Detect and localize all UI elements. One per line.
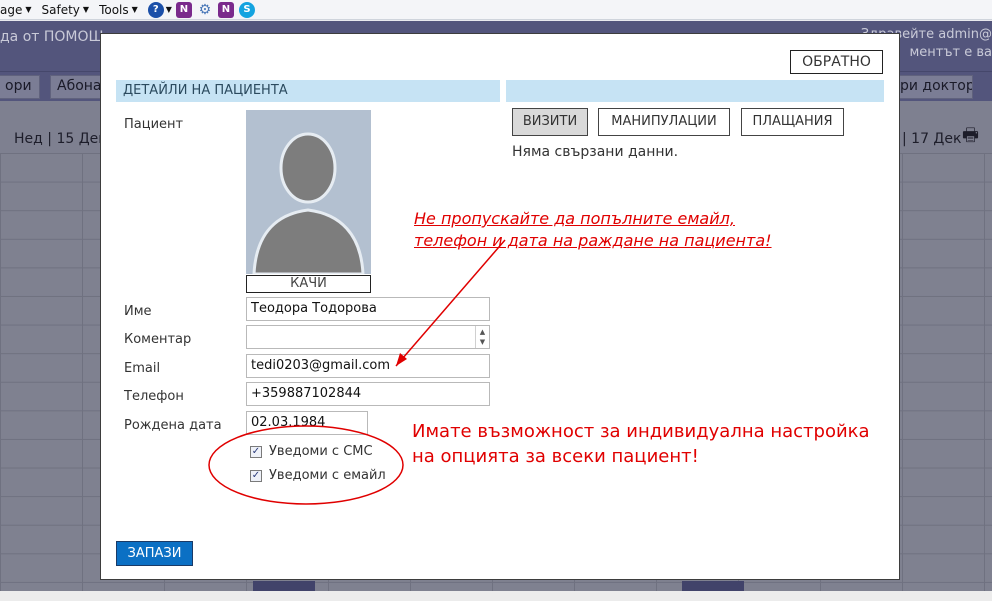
tools-menu[interactable]: Tools ▼ xyxy=(99,3,138,17)
patient-photo-placeholder xyxy=(246,110,371,274)
annotation-fill-required-line1: Не пропускайте да попълните емайл, xyxy=(414,209,735,228)
avatar-silhouette-icon xyxy=(246,110,371,274)
chevron-down-icon: ▼ xyxy=(82,5,90,14)
annotation-fill-required-line2: телефон и дата на раждане на пациента! xyxy=(414,231,772,250)
email-label: Email xyxy=(124,361,161,376)
browser-command-bar: age ▼ Safety ▼ Tools ▼ ? ▼ N ⚙ N S xyxy=(0,0,992,20)
status-strip xyxy=(0,591,992,601)
print-icon[interactable]: 🖶 xyxy=(962,123,979,153)
email-field[interactable]: tedi0203@gmail.com xyxy=(246,354,490,378)
safety-menu[interactable]: Safety ▼ xyxy=(42,3,90,17)
tools-menu-label: Tools xyxy=(99,2,129,17)
patient-details-dialog: ОБРАТНО ДЕТАЙЛИ НА ПАЦИЕНТА Пациент КАЧИ… xyxy=(100,33,900,580)
onenote-linked-icon[interactable]: N xyxy=(217,1,234,18)
birthdate-label: Рождена дата xyxy=(124,418,222,433)
notify-email-label: Уведоми с емайл xyxy=(269,468,386,483)
tab-visits[interactable]: ВИЗИТИ xyxy=(512,108,588,136)
scroll-up-icon[interactable]: ▲ xyxy=(480,328,485,336)
page-menu-label: age xyxy=(0,2,23,17)
chevron-down-icon: ▼ xyxy=(25,5,32,14)
comment-scrollbar[interactable]: ▲ ▼ xyxy=(475,326,489,348)
email-checkbox-box[interactable]: ✓ xyxy=(250,469,262,482)
date-label-right: | 17 Дек xyxy=(902,131,962,147)
annotation-individual-setting-line2: на опцията за всеки пациент! xyxy=(412,446,699,467)
upload-photo-button[interactable]: КАЧИ xyxy=(246,275,371,293)
save-button[interactable]: ЗАПАЗИ xyxy=(116,541,193,566)
notify-sms-checkbox[interactable]: ✓ Уведоми с СМС xyxy=(250,444,373,459)
birthdate-field[interactable]: 02.03.1984 xyxy=(246,411,368,435)
notify-email-checkbox[interactable]: ✓ Уведоми с емайл xyxy=(250,468,386,483)
sms-checkbox-box[interactable]: ✓ xyxy=(250,445,262,458)
no-data-message: Няма свързани данни. xyxy=(512,144,679,160)
safety-menu-label: Safety xyxy=(41,2,80,17)
phone-field[interactable]: +359887102844 xyxy=(246,382,490,406)
scroll-down-icon[interactable]: ▼ xyxy=(480,338,485,346)
calendar-booked-slot xyxy=(682,581,744,591)
onenote-icon[interactable]: N xyxy=(175,1,192,18)
phone-label: Телефон xyxy=(124,389,184,404)
app-header-subtext: ментът е ва xyxy=(909,45,992,60)
help-icon[interactable]: ? xyxy=(147,1,164,18)
comment-textarea[interactable]: ▲ ▼ xyxy=(246,325,490,349)
name-field[interactable]: Теодора Тодорова xyxy=(246,297,490,321)
calendar-booked-slot xyxy=(253,581,315,591)
name-label: Име xyxy=(124,304,152,319)
patient-label: Пациент xyxy=(124,117,184,132)
date-label-left: Нед | 15 Дек xyxy=(14,131,107,147)
tab-procedures[interactable]: МАНИПУЛАЦИИ xyxy=(598,108,730,136)
chevron-down-icon[interactable]: ▼ xyxy=(166,5,172,14)
notify-sms-label: Уведоми с СМС xyxy=(269,444,373,459)
patient-details-header: ДЕТАЙЛИ НА ПАЦИЕНТА xyxy=(116,80,500,102)
skype-icon[interactable]: S xyxy=(238,1,255,18)
annotation-individual-setting-line1: Имате възможност за индивидуална настрой… xyxy=(412,421,870,442)
tab-payments[interactable]: ПЛАЩАНИЯ xyxy=(741,108,844,136)
comment-label: Коментар xyxy=(124,332,192,347)
back-button[interactable]: ОБРАТНО xyxy=(790,50,883,74)
page-menu[interactable]: age ▼ xyxy=(0,3,32,17)
app-header-title: да от ПОМОЩ xyxy=(0,29,104,45)
nav-button-doctor[interactable]: ри доктор xyxy=(893,75,973,99)
nav-button-left[interactable]: ори xyxy=(0,75,40,99)
visits-section-header xyxy=(506,80,884,102)
chevron-down-icon: ▼ xyxy=(131,5,138,14)
settings-icon[interactable]: ⚙ xyxy=(197,2,213,18)
